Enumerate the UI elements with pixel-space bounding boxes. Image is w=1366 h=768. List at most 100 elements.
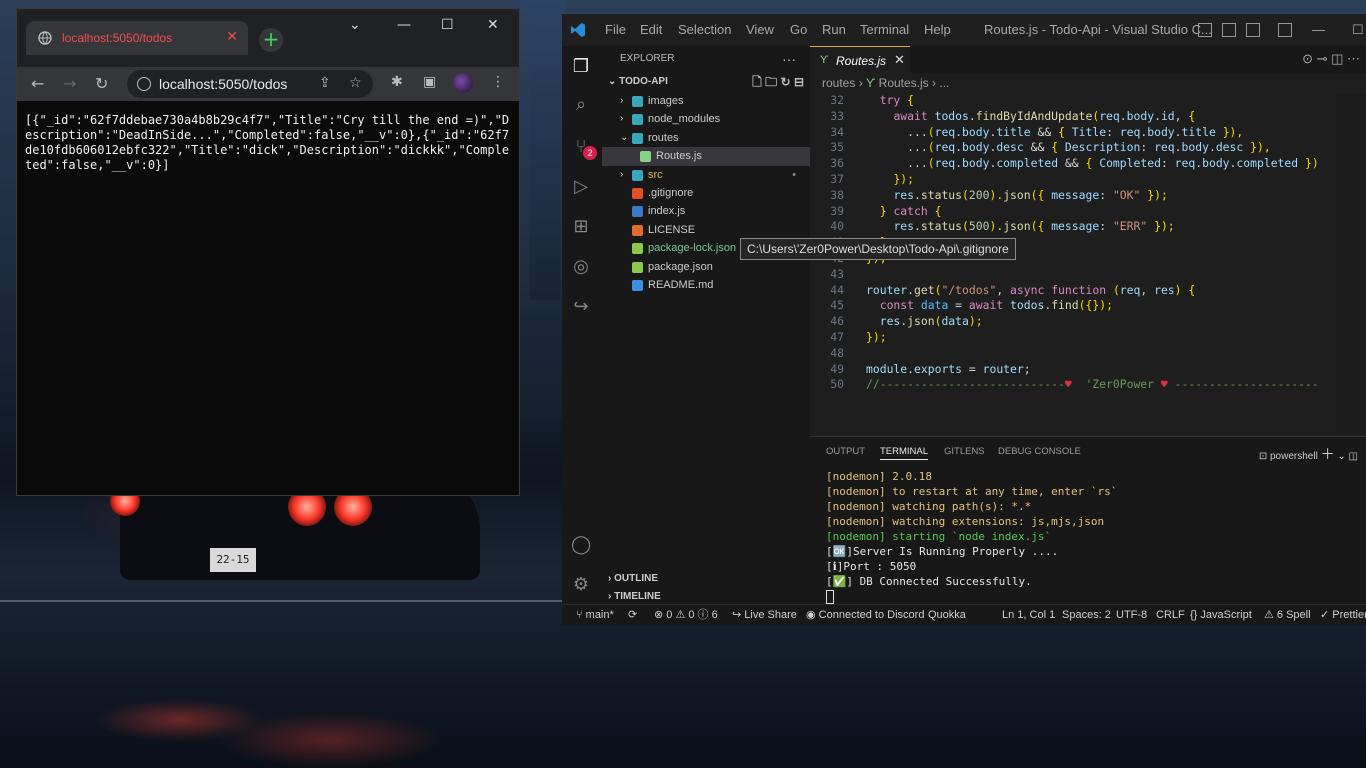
minimap[interactable] bbox=[1336, 93, 1366, 433]
maximize-button[interactable]: ☐ bbox=[1352, 22, 1364, 38]
code-text: ...(req.body.completed && { Completed: r… bbox=[907, 156, 1319, 171]
explorer-files-icon[interactable]: ❐ bbox=[571, 56, 591, 76]
back-arrow-icon[interactable]: ← bbox=[31, 74, 44, 93]
sync-icon[interactable]: ⟳ bbox=[628, 605, 637, 625]
refresh-icon[interactable]: ↻ bbox=[781, 75, 791, 89]
tree-item[interactable]: › images bbox=[602, 92, 810, 110]
menu-terminal[interactable]: Terminal bbox=[860, 22, 909, 37]
live-share-icon[interactable]: ↪ bbox=[571, 296, 591, 316]
spell-checker[interactable]: ⚠ 6 Spell bbox=[1264, 605, 1311, 625]
breadcrumb-file[interactable]: Routes.js bbox=[879, 76, 929, 90]
extensions-icon[interactable]: ⊞ bbox=[571, 216, 591, 236]
collapse-all-icon[interactable]: ⊟ bbox=[794, 75, 804, 89]
terminal-actions: ⊡ powershell ＋ ⌄ ◫ bbox=[1259, 444, 1358, 464]
problems-indicator[interactable]: ⊗ 0 ⚠ 0 ⓘ 6 bbox=[654, 605, 718, 625]
tree-item[interactable]: › node_modules bbox=[602, 110, 810, 128]
share-icon[interactable]: ⇪ bbox=[319, 75, 331, 91]
side-panel-icon[interactable]: ▣ bbox=[423, 74, 436, 90]
bookmark-star-icon[interactable]: ☆ bbox=[349, 75, 362, 91]
site-info-icon[interactable] bbox=[137, 77, 151, 91]
encoding[interactable]: UTF-8 bbox=[1116, 605, 1147, 625]
minimize-button[interactable]: — bbox=[397, 17, 411, 33]
account-icon[interactable]: ◯ bbox=[571, 534, 591, 554]
cursor-position[interactable]: Ln 1, Col 1 bbox=[1002, 605, 1055, 625]
address-bar[interactable]: localhost:5050/todos ⇪ ☆ bbox=[127, 70, 373, 98]
project-folder[interactable]: ⌄ TODO-API 🗋 🗀 ↻ ⊟ bbox=[602, 72, 810, 92]
tab-routes-js[interactable]: ϒ Routes.js ✕ bbox=[810, 46, 910, 74]
breadcrumb-folder[interactable]: routes bbox=[822, 76, 855, 90]
close-window-button[interactable]: ✕ bbox=[487, 17, 499, 33]
tree-item[interactable]: .gitignore bbox=[602, 184, 810, 202]
close-tab-icon[interactable]: ✕ bbox=[894, 52, 905, 68]
branch-indicator[interactable]: ⑂ main* bbox=[576, 605, 614, 625]
tree-item[interactable]: README.md bbox=[602, 276, 810, 294]
tab-gitlens[interactable]: GITLENS bbox=[944, 446, 985, 457]
tab-terminal[interactable]: TERMINAL bbox=[880, 446, 929, 460]
menu-edit[interactable]: Edit bbox=[640, 22, 662, 37]
more-menu-icon[interactable]: ⋮ bbox=[491, 74, 505, 90]
activity-bar: ❐ ⌕ ⑂ 2 ▷ ⊞ ◎ ↪ ◯ ⚙ bbox=[562, 46, 602, 604]
line-endings[interactable]: CRLF bbox=[1156, 605, 1185, 625]
tree-item-label: Routes.js bbox=[656, 150, 702, 163]
editor-actions[interactable]: ⊙ ⊸ ◫ ⋯ bbox=[1302, 51, 1360, 67]
menu-help[interactable]: Help bbox=[924, 22, 951, 37]
new-tab-button[interactable]: + bbox=[259, 28, 283, 52]
discord-status[interactable]: ◉ Connected to Discord bbox=[806, 605, 924, 625]
language-mode[interactable]: {} JavaScript bbox=[1190, 605, 1252, 625]
customize-layout-icon[interactable] bbox=[1278, 23, 1292, 37]
terminal-output[interactable]: [nodemon] 2.0.18 [nodemon] to restart at … bbox=[826, 469, 1117, 604]
code-line: 33 await todos.findByIdAndUpdate(req.bod… bbox=[810, 109, 1366, 125]
live-share-button[interactable]: ↪ Live Share bbox=[732, 605, 797, 625]
code-line: 32 try { bbox=[810, 93, 1366, 109]
line-number: 50 bbox=[830, 377, 844, 392]
tree-item[interactable]: ⌄ routes bbox=[602, 129, 810, 147]
toggle-panel-icon[interactable] bbox=[1222, 23, 1236, 37]
shell-name[interactable]: powershell bbox=[1270, 451, 1318, 462]
tab-debug-console[interactable]: DEBUG CONSOLE bbox=[998, 446, 1081, 457]
new-folder-icon[interactable]: 🗀 bbox=[765, 75, 777, 89]
code-line: 37 }); bbox=[810, 172, 1366, 188]
menu-run[interactable]: Run bbox=[822, 22, 846, 37]
reload-icon[interactable]: ↻ bbox=[95, 74, 108, 93]
minimize-button[interactable]: — bbox=[1312, 22, 1325, 37]
tab-search-icon[interactable]: ⌄ bbox=[349, 17, 361, 33]
gitlens-icon[interactable]: ◎ bbox=[571, 256, 591, 276]
tree-item[interactable]: package.json bbox=[602, 258, 810, 276]
menu-file[interactable]: File bbox=[605, 22, 626, 37]
breadcrumb-symbol[interactable]: ... bbox=[939, 76, 949, 90]
toggle-secondary-sidebar-icon[interactable] bbox=[1246, 23, 1260, 37]
maximize-button[interactable]: ☐ bbox=[441, 17, 454, 33]
extensions-icon[interactable]: ✱ bbox=[391, 74, 403, 90]
more-actions-icon[interactable]: ··· bbox=[782, 46, 796, 72]
tree-item-label: LICENSE bbox=[648, 223, 696, 236]
code-text: res.status(200).json({ message: "OK" }); bbox=[893, 187, 1168, 202]
tree-item[interactable]: › src • bbox=[602, 166, 810, 184]
search-icon[interactable]: ⌕ bbox=[571, 94, 591, 114]
new-file-icon[interactable]: 🗋 bbox=[752, 75, 762, 89]
toggle-sidebar-icon[interactable] bbox=[1198, 23, 1212, 37]
indentation[interactable]: Spaces: 2 bbox=[1062, 605, 1111, 625]
prettier-status[interactable]: ✓ Prettier bbox=[1320, 605, 1366, 625]
chevron-down-icon[interactable]: ⌄ bbox=[1337, 451, 1345, 462]
forward-arrow-icon[interactable]: → bbox=[63, 74, 76, 93]
menu-selection[interactable]: Selection bbox=[678, 22, 731, 37]
settings-gear-icon[interactable]: ⚙ bbox=[571, 574, 591, 594]
profile-avatar[interactable] bbox=[453, 73, 473, 93]
code-line: 49 module.exports = router; bbox=[810, 362, 1366, 378]
quokka-status[interactable]: Quokka bbox=[928, 605, 966, 625]
new-terminal-icon[interactable]: ＋ bbox=[1321, 446, 1335, 462]
outline-section[interactable]: › OUTLINE bbox=[602, 570, 816, 588]
menu-view[interactable]: View bbox=[746, 22, 774, 37]
menu-go[interactable]: Go bbox=[790, 22, 807, 37]
tree-item[interactable]: index.js bbox=[602, 202, 810, 220]
browser-tab[interactable]: localhost:5050/todos ✕ bbox=[26, 21, 248, 55]
address-url[interactable]: localhost:5050/todos bbox=[159, 76, 287, 92]
code-line: 44 router.get("/todos", async function (r… bbox=[810, 283, 1366, 299]
split-terminal-icon[interactable]: ◫ bbox=[1349, 451, 1358, 462]
tree-item[interactable]: LICENSE bbox=[602, 221, 810, 239]
code-text: }); bbox=[866, 329, 887, 344]
close-tab-icon[interactable]: ✕ bbox=[226, 29, 238, 45]
tree-item[interactable]: Routes.js bbox=[602, 147, 810, 166]
tab-output[interactable]: OUTPUT bbox=[826, 446, 865, 457]
run-debug-icon[interactable]: ▷ bbox=[571, 176, 591, 196]
